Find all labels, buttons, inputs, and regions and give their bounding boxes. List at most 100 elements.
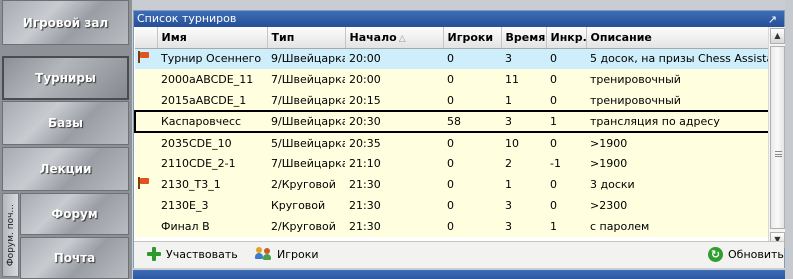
cell-players: 0 — [447, 199, 454, 212]
cell-description: с паролем — [590, 220, 650, 233]
cell-start: 20:00 — [349, 52, 381, 66]
nav-item-lectures[interactable]: Лекции — [2, 147, 129, 191]
cell-type: 9/Швейцарка — [271, 52, 345, 66]
cell-increment: -1 — [550, 157, 561, 170]
table-row[interactable]: 2110CDE_2-1 7/Швейцарка 21:10 0 2 -1 >1900 — [135, 153, 768, 174]
cell-type: 7/Швейцарка — [271, 73, 345, 86]
window-edge — [785, 0, 793, 279]
cell-flag — [135, 216, 157, 237]
cell-type: 5/Швейцарка — [271, 136, 345, 150]
refresh-icon: ↻ — [708, 247, 723, 262]
cell-flag — [135, 195, 157, 216]
cell-players: 58 — [443, 110, 501, 133]
table-row[interactable]: Турнир Осеннего 9/Швейцарка 20:00 0 3 0 5 досо… — [135, 48, 768, 69]
nav-item-game-hall[interactable]: Игровой зал — [2, 0, 129, 45]
cell-flag — [135, 132, 157, 153]
vertical-scrollbar[interactable]: ▲ ▼ — [768, 27, 785, 248]
refresh-button[interactable]: ↻ Обновить — [708, 247, 784, 262]
table-row[interactable]: 2035CDE_10 5/Швейцарка 20:35 0 10 0 >1900 — [135, 132, 768, 153]
nav-item-tournaments[interactable]: Турниры — [2, 56, 129, 100]
table-row[interactable]: 2130_T3_1 2/Круговой 21:30 0 1 0 3 доски — [135, 174, 768, 195]
cell-name: Турнир Осеннего — [161, 52, 262, 66]
cell-start: 20:35 — [349, 136, 381, 150]
cell-type: 2/Круговой — [271, 220, 336, 233]
forum-mail-collapsed-tab[interactable]: Форум. поч... — [2, 193, 19, 277]
cell-increment: 1 — [550, 220, 557, 233]
cell-time: 11 — [505, 73, 519, 86]
cell-time: 3 — [505, 52, 512, 66]
cell-name: Каспаровчесс — [157, 110, 267, 133]
nav-item-forum[interactable]: Форум — [20, 193, 129, 235]
cell-type: 7/Швейцарка — [271, 93, 345, 107]
column-header-type[interactable]: Тип — [267, 27, 346, 49]
cell-increment: 0 — [550, 136, 557, 150]
column-header-players[interactable]: Игроки — [443, 27, 502, 49]
column-header-start[interactable]: Начало △ — [345, 27, 444, 49]
players-button[interactable]: Игроки — [255, 247, 319, 261]
cell-players: 0 — [447, 52, 454, 66]
table-row[interactable]: Каспаровчесс 9/Швейцарка 20:30 58 3 1 трансляц… — [134, 110, 768, 133]
join-button-label: Участвовать — [166, 247, 238, 261]
scrollbar-thumb[interactable] — [770, 46, 785, 229]
cell-increment: 0 — [550, 199, 557, 212]
collapsed-tab-label: Форум. поч... — [5, 203, 16, 267]
cell-time: 1 — [505, 93, 512, 107]
table-row[interactable]: 2130E_3 Круговой 21:30 0 3 0 >2300 — [135, 195, 768, 216]
join-button[interactable]: Участвовать — [147, 247, 238, 261]
cell-players: 0 — [447, 136, 454, 150]
players-icon — [255, 247, 272, 261]
column-header-time[interactable]: Время — [501, 27, 547, 49]
players-button-label: Игроки — [277, 247, 319, 261]
cell-flag — [135, 174, 157, 195]
tournament-table: Имя Тип Начало △ Игроки Время Инкр. Описа… — [134, 27, 768, 241]
cell-start: 20:30 — [345, 110, 443, 133]
cell-description: >1900 — [590, 157, 628, 170]
second-panel-header[interactable] — [133, 270, 785, 279]
table-row[interactable]: 2000aABCDE_11 7/Швейцарка 20:00 0 11 0 трениро… — [135, 69, 768, 90]
cell-flag — [135, 90, 157, 111]
restore-icon[interactable]: ↗ — [768, 12, 777, 28]
scroll-up-arrow-icon[interactable]: ▲ — [770, 28, 785, 44]
cell-name: 2000aABCDE_11 — [161, 73, 254, 86]
cell-description: >2300 — [590, 199, 628, 212]
cell-start: 20:00 — [349, 73, 381, 86]
cell-time: 3 — [505, 220, 512, 233]
cell-start: 20:15 — [349, 93, 381, 107]
refresh-button-label: Обновить — [728, 248, 784, 261]
cell-increment: 0 — [550, 178, 557, 191]
cell-type: 9/Швейцарка — [267, 110, 345, 133]
cell-description: тренировочный — [590, 73, 681, 86]
cell-name: Финал В — [161, 220, 210, 233]
panel-title: Список турниров — [137, 12, 237, 25]
column-header-start-label: Начало — [349, 30, 397, 44]
cell-description: 3 доски — [590, 178, 635, 191]
column-header-description[interactable]: Описание — [586, 27, 768, 49]
cell-flag — [134, 110, 157, 133]
cell-time: 2 — [505, 157, 512, 170]
cell-description: 5 досок, на призы Chess Assistant — [590, 52, 768, 66]
column-header-name[interactable]: Имя — [157, 27, 268, 49]
nav-item-databases[interactable]: Базы — [2, 101, 129, 145]
cell-start: 21:30 — [349, 178, 381, 191]
cell-start: 21:30 — [349, 220, 381, 233]
cell-description: >1900 — [590, 136, 628, 150]
cell-time: 3 — [501, 110, 546, 133]
cell-time: 1 — [505, 178, 512, 191]
column-header-increment[interactable]: Инкр. — [546, 27, 587, 49]
cell-description: тренировочный — [590, 93, 681, 107]
flag-icon — [137, 51, 149, 64]
cell-name: 2130_T3_1 — [161, 178, 221, 191]
cell-players: 0 — [447, 93, 454, 107]
cell-increment: 1 — [546, 110, 586, 133]
cell-type: 7/Швейцарка — [271, 157, 345, 170]
cell-name: 2110CDE_2-1 — [161, 157, 236, 170]
cell-flag — [135, 48, 157, 69]
panel-header: Список турниров ↗ — [134, 11, 784, 27]
cell-players: 0 — [447, 73, 454, 86]
cell-name: 2015aABCDE_1 — [161, 93, 247, 107]
table-row[interactable]: Финал В 2/Круговой 21:30 0 3 1 с паролем — [135, 216, 768, 237]
nav-item-mail[interactable]: Почта — [20, 237, 129, 279]
cell-type: Круговой — [271, 199, 326, 212]
table-row[interactable]: 2015aABCDE_1 7/Швейцарка 20:15 0 1 0 тренирово… — [135, 90, 768, 111]
cell-start: 21:30 — [349, 199, 381, 212]
